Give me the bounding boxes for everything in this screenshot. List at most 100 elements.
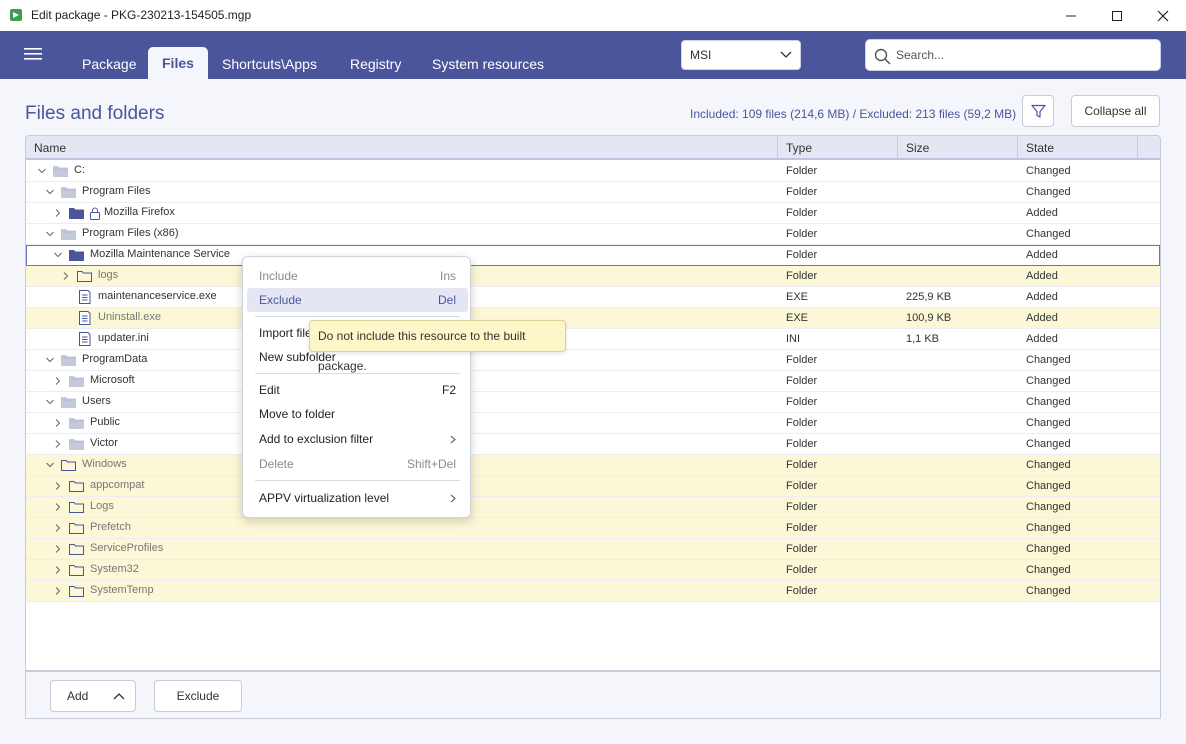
file-icon — [79, 290, 91, 304]
chevron-down-icon[interactable] — [38, 167, 46, 175]
row-name: appcompat — [90, 479, 145, 491]
menu-separator — [255, 480, 460, 481]
row-state: Changed — [1026, 396, 1071, 408]
menu-item-edit[interactable]: Edit F2 — [247, 378, 468, 402]
tab-registry[interactable]: Registry — [336, 53, 415, 79]
chevron-right-icon[interactable] — [62, 272, 70, 280]
table-row[interactable]: Mozilla Firefox Folder Added — [26, 203, 1160, 224]
row-type: EXE — [786, 291, 809, 303]
tab-files[interactable]: Files — [148, 47, 208, 79]
tab-system-resources[interactable]: System resources — [418, 53, 558, 79]
table-row[interactable]: Public Folder Changed — [26, 413, 1160, 434]
files-table: Name Type Size State C: Folder Changed Prog… — [25, 135, 1161, 671]
row-type: Folder — [786, 543, 818, 555]
chevron-right-icon[interactable] — [54, 503, 62, 511]
table-row[interactable]: Mozilla Maintenance Service Folder Added — [26, 245, 1160, 266]
row-name: Program Files — [82, 185, 151, 197]
maximize-button[interactable] — [1094, 0, 1140, 31]
chevron-right-icon[interactable] — [54, 419, 62, 427]
table-row[interactable]: maintenanceservice.exe EXE 225,9 KB Added — [26, 287, 1160, 308]
chevron-right-icon — [450, 494, 456, 503]
chevron-right-icon[interactable] — [54, 545, 62, 553]
content-area: Files and folders Included: 109 files (2… — [0, 79, 1186, 744]
collapse-all-button[interactable]: Collapse all — [1071, 95, 1160, 127]
chevron-right-icon[interactable] — [54, 566, 62, 574]
chevron-down-icon[interactable] — [46, 461, 54, 469]
chevron-down-icon[interactable] — [46, 230, 54, 238]
menu-item-delete[interactable]: Delete Shift+Del — [247, 452, 468, 476]
table-row[interactable]: Logs Folder Changed — [26, 497, 1160, 518]
row-type: Folder — [786, 585, 818, 597]
menu-item-shortcut: Shift+Del — [406, 457, 456, 471]
menu-item-move-to-folder[interactable]: Move to folder — [247, 402, 468, 426]
row-type: Folder — [786, 354, 818, 366]
column-header-name[interactable]: Name — [26, 136, 778, 160]
table-row[interactable]: C: Folder Changed — [26, 161, 1160, 182]
tab-package[interactable]: Package — [68, 53, 150, 79]
add-button[interactable]: Add — [50, 680, 136, 712]
search-box[interactable] — [865, 39, 1161, 71]
table-row[interactable]: logs Folder Added — [26, 266, 1160, 287]
row-state: Changed — [1026, 501, 1071, 513]
minimize-button[interactable] — [1048, 0, 1094, 31]
table-row[interactable]: Prefetch Folder Changed — [26, 518, 1160, 539]
folder-icon — [61, 229, 76, 240]
table-row[interactable]: Victor Folder Changed — [26, 434, 1160, 455]
chevron-down-icon[interactable] — [54, 251, 62, 259]
table-row[interactable]: Microsoft Folder Changed — [26, 371, 1160, 392]
table-row[interactable]: updater.ini INI 1,1 KB Added — [26, 329, 1160, 350]
folder-icon — [61, 355, 76, 366]
folder-icon — [69, 376, 84, 387]
table-row[interactable]: Users Folder Changed — [26, 392, 1160, 413]
table-row[interactable]: ServiceProfiles Folder Changed — [26, 539, 1160, 560]
menu-item-exclude[interactable]: Exclude Del — [247, 288, 468, 312]
search-input[interactable] — [896, 45, 1151, 65]
row-state: Added — [1026, 312, 1058, 324]
close-button[interactable] — [1140, 0, 1186, 31]
menu-item-label: Include — [259, 269, 298, 283]
menu-item-label: Move to folder — [259, 407, 336, 421]
table-row[interactable]: Windows Folder Changed — [26, 455, 1160, 476]
exclude-button[interactable]: Exclude — [154, 680, 242, 712]
chevron-right-icon[interactable] — [54, 209, 62, 217]
menu-separator — [255, 316, 460, 317]
row-state: Changed — [1026, 543, 1071, 555]
column-header-size[interactable]: Size — [898, 136, 1018, 160]
table-row[interactable]: Program Files (x86) Folder Changed — [26, 224, 1160, 245]
file-icon — [79, 332, 91, 346]
table-row[interactable]: ProgramData Folder Changed — [26, 350, 1160, 371]
folder-icon — [61, 397, 76, 408]
row-type: Folder — [786, 459, 818, 471]
chevron-down-icon[interactable] — [46, 188, 54, 196]
chevron-right-icon[interactable] — [54, 524, 62, 532]
chevron-right-icon[interactable] — [54, 482, 62, 490]
chevron-right-icon[interactable] — [54, 587, 62, 595]
menu-item-include[interactable]: Include Ins — [247, 264, 468, 288]
hamburger-icon[interactable] — [24, 47, 42, 61]
table-row[interactable]: Program Files Folder Changed — [26, 182, 1160, 203]
row-type: Folder — [786, 564, 818, 576]
folder-icon — [69, 439, 84, 450]
chevron-right-icon[interactable] — [54, 440, 62, 448]
menu-item-appv-virtualization-level[interactable]: APPV virtualization level — [247, 486, 468, 510]
funnel-icon — [1031, 104, 1046, 118]
folder-icon — [69, 418, 84, 429]
row-name: Mozilla Firefox — [104, 206, 175, 218]
column-header-state[interactable]: State — [1018, 136, 1138, 160]
table-row[interactable]: Uninstall.exe EXE 100,9 KB Added — [26, 308, 1160, 329]
table-row[interactable]: SystemTemp Folder Changed — [26, 581, 1160, 602]
filter-button[interactable] — [1022, 95, 1054, 127]
chevron-down-icon[interactable] — [46, 398, 54, 406]
folder-icon — [61, 187, 76, 198]
minimize-icon — [1066, 15, 1076, 16]
chevron-right-icon[interactable] — [54, 377, 62, 385]
table-row[interactable]: System32 Folder Changed — [26, 560, 1160, 581]
format-select[interactable]: MSI — [681, 40, 801, 70]
column-header-type[interactable]: Type — [778, 136, 898, 160]
file-icon — [79, 311, 91, 325]
tab-shortcuts-apps[interactable]: Shortcuts\Apps — [208, 53, 331, 79]
table-row[interactable]: appcompat Folder Changed — [26, 476, 1160, 497]
chevron-down-icon[interactable] — [46, 356, 54, 364]
menu-item-add-to-exclusion-filter[interactable]: Add to exclusion filter — [247, 427, 468, 451]
row-name: Microsoft — [90, 374, 135, 386]
